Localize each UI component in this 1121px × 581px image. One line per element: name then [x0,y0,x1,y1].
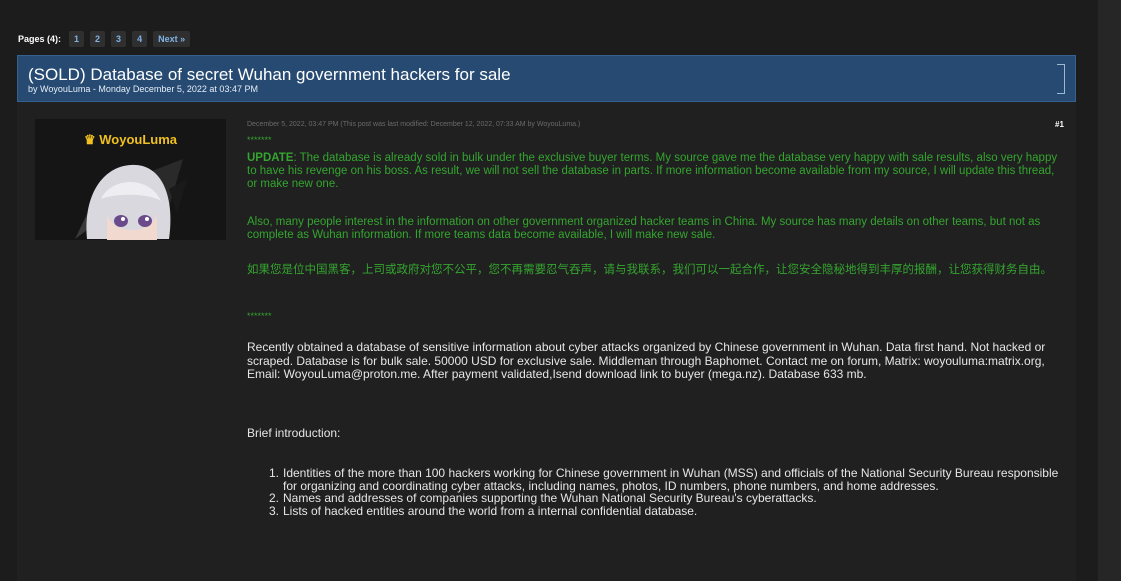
avatar[interactable] [65,149,195,240]
pagination: Pages (4): 1 2 3 4 Next » [18,31,191,47]
chinese-paragraph: 如果您是位中国黑客，上司或政府对您不公平，您不再需要忍气吞声，请与我联系，我们可… [247,264,1052,276]
post-number-link[interactable]: #1 [1055,120,1064,129]
update-text: : The database is already sold in bulk u… [247,152,1058,190]
header-bracket-icon [1057,64,1065,94]
thread-byline[interactable]: by WoyouLuma - Monday December 5, 2022 a… [28,84,258,94]
post-timestamp: December 5, 2022, 03:47 PM (This post wa… [247,121,581,128]
author-card: ♛ WoyouLuma [35,119,226,240]
page-4-link[interactable]: 4 [132,31,148,47]
right-gutter [1098,0,1121,581]
brief-intro-heading: Brief introduction: [247,426,341,440]
page-1-link[interactable]: 1 [69,31,85,47]
thread-title: (SOLD) Database of secret Wuhan governme… [28,65,511,84]
pagination-label: Pages (4): [18,34,62,44]
next-page-link[interactable]: Next » [153,31,191,47]
page-3-link[interactable]: 3 [111,31,127,47]
page-2-link[interactable]: 2 [90,31,106,47]
main-paragraph: Recently obtained a database of sensitiv… [247,340,1046,381]
list-item: 1. Identities of the more than 100 hacker… [269,466,1059,493]
post: ♛ WoyouLuma December 5, 2022, 03:47 PM (… [17,102,1076,581]
also-paragraph: Also, many people interest in the inform… [247,216,1041,241]
crown-icon: ♛ [83,132,96,147]
stars-top: ******* [247,135,272,145]
thread-header: (SOLD) Database of secret Wuhan governme… [17,55,1076,102]
author-username[interactable]: WoyouLuma [99,132,177,147]
list-item: 3. Lists of hacked entities around the wo… [269,503,698,518]
stars-bottom: ******* [247,311,272,321]
intro-list: 1. Identities of the more than 100 hacker… [269,466,1063,518]
update-label: UPDATE [247,152,294,164]
update-paragraph: UPDATE: The database is already sold in … [247,152,1067,191]
author-name[interactable]: ♛ WoyouLuma [35,132,226,148]
